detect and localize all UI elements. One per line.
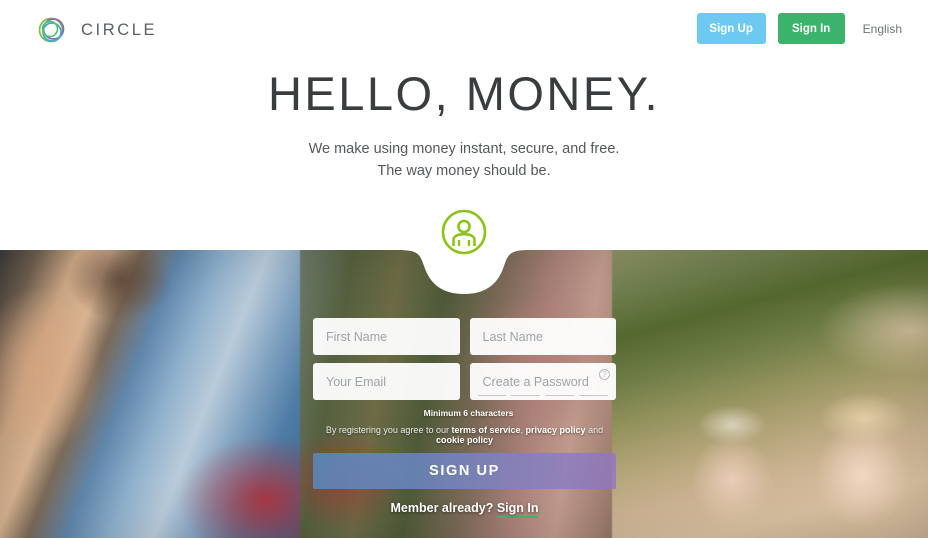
header-actions: Sign Up Sign In English (696, 13, 912, 44)
signup-submit-button[interactable]: SIGN UP (313, 453, 616, 489)
signin-link[interactable]: Sign In (496, 501, 539, 518)
signup-form: ? Minimum 6 characters By registering yo… (313, 318, 616, 518)
privacy-policy-link[interactable]: privacy policy (526, 425, 586, 435)
strength-segment (477, 394, 507, 396)
strength-segment (579, 394, 608, 396)
question-mark-icon[interactable]: ? (599, 369, 610, 380)
brand-name: CIRCLE (81, 20, 158, 39)
strength-segment (545, 394, 575, 396)
last-name-input[interactable] (469, 318, 616, 355)
page-title: HELLO, MONEY. (267, 67, 661, 120)
person-avatar-icon (440, 208, 488, 256)
member-already-row: Member already? Sign In (313, 501, 616, 518)
first-name-field[interactable] (313, 318, 460, 355)
terms-separator-2: and (585, 425, 604, 435)
cookie-policy-link[interactable]: cookie policy (436, 435, 493, 445)
strength-segment (511, 394, 541, 396)
signup-landing-page: CIRCLE Sign Up Sign In English HELLO, MO… (0, 0, 928, 538)
password-field[interactable]: ? (469, 363, 616, 400)
first-name-input[interactable] (313, 318, 460, 355)
email-field[interactable] (313, 363, 460, 400)
password-strength-meter (477, 394, 608, 396)
header-signin-button[interactable]: Sign In (777, 13, 845, 44)
email-input[interactable] (313, 363, 460, 400)
hero-subtitle-line-2: The way money should be. (377, 162, 551, 179)
terms-text: By registering you agree to our terms of… (313, 425, 616, 445)
hero-subtitle-line-1: We make using money instant, secure, and… (308, 141, 620, 157)
hero-section: HELLO, MONEY. We make using money instan… (0, 60, 928, 183)
terms-prefix: By registering you agree to our (325, 425, 452, 435)
hero-subtitle: We make using money instant, secure, and… (0, 139, 928, 183)
site-header: CIRCLE Sign Up Sign In English (0, 0, 928, 60)
header-signup-button[interactable]: Sign Up (696, 13, 766, 44)
circle-swirl-logo-icon (34, 12, 70, 48)
terms-of-service-link[interactable]: terms of service (451, 425, 520, 435)
credentials-row: ? (313, 363, 616, 400)
brand-logo[interactable]: CIRCLE (34, 12, 157, 48)
member-prompt-text: Member already? (390, 501, 497, 515)
name-row (313, 318, 616, 355)
password-hint: Minimum 6 characters (423, 408, 514, 418)
last-name-field[interactable] (469, 318, 616, 355)
language-selector[interactable]: English (863, 22, 912, 36)
